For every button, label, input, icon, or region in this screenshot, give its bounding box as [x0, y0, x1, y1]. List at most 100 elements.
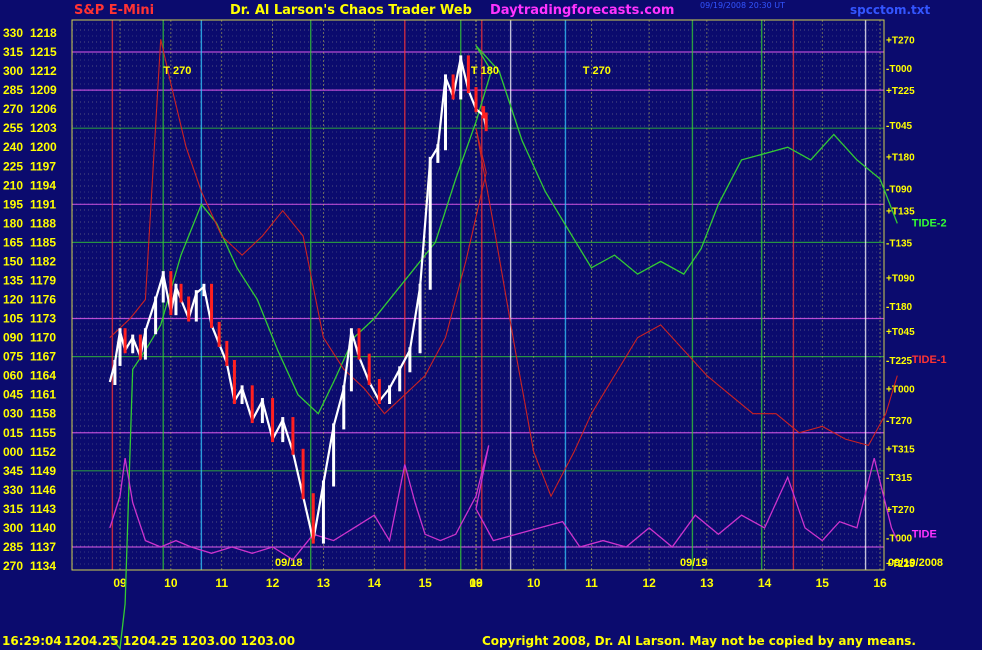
series-line-tide [109, 445, 898, 561]
flux-line-label: +T135 [886, 207, 915, 218]
x-axis-hour-label: 14 [758, 576, 772, 590]
y-axis-angle-label: 105 [3, 312, 23, 326]
date-label: 09/19 [680, 557, 708, 569]
series-line-price [108, 58, 488, 541]
y-axis-price-label: 1152 [30, 445, 56, 459]
flux-line-label: +T000 [886, 384, 915, 395]
y-axis-price-label: 1197 [30, 159, 56, 173]
y-axis-price-label: 1155 [30, 426, 56, 440]
y-axis-angle-label: 030 [3, 407, 23, 421]
x-axis-hour-label: 15 [816, 576, 830, 590]
flux-line-label: -T270 [886, 416, 913, 427]
flux-line-label: +T270 [886, 35, 915, 46]
x-axis-hour-label: 12 [642, 576, 656, 590]
chart-window: { "header": { "instrument": "S&P E-Mini"… [0, 0, 982, 650]
series-line-flux-line-red [109, 39, 898, 498]
y-axis-angle-label: 345 [3, 464, 23, 478]
y-axis-angle-label: 165 [3, 235, 23, 249]
y-axis-price-label: 1158 [30, 407, 56, 421]
flux-line-label: -T135 [886, 238, 913, 249]
x-axis-hour-label: 11 [585, 576, 598, 590]
y-axis-price-label: 1215 [30, 45, 57, 59]
x-axis-hour-label: 13 [700, 576, 714, 590]
chart-annotation: TIDE-1 [912, 354, 947, 366]
y-axis-price-label: 1134 [30, 559, 56, 573]
flux-line-label: +T180 [886, 153, 915, 164]
y-axis-angle-label: 285 [3, 540, 23, 554]
y-axis-price-label: 1167 [30, 350, 56, 364]
y-axis-angle-label: 330 [3, 483, 23, 497]
y-axis-price-label: 1191 [30, 197, 56, 211]
y-axis-angle-label: 060 [3, 369, 23, 383]
y-axis-price-label: 1161 [30, 388, 56, 402]
y-axis-price-label: 1170 [30, 331, 56, 345]
data-file-name: spcctom.txt [850, 3, 931, 17]
y-axis-angle-label: 195 [3, 197, 23, 211]
chart-annotation: TIDE-2 [912, 218, 947, 230]
date-label: 09/19/2008 [888, 557, 943, 569]
y-axis-angle-label: 225 [3, 159, 23, 173]
y-axis-price-label: 1209 [30, 83, 57, 97]
update-timestamp: 09/19/2008 20:30 UT [700, 1, 785, 10]
x-axis-hour-label: 14 [368, 576, 382, 590]
y-axis-price-label: 1137 [30, 540, 56, 554]
flux-line-label: -T000 [886, 533, 913, 544]
y-axis-price-label: 1218 [30, 26, 57, 40]
y-axis-price-label: 1200 [30, 140, 57, 154]
x-axis-hour-label: 09 [113, 576, 127, 590]
y-axis-angle-label: 270 [3, 559, 23, 573]
y-axis-angle-label: 135 [3, 273, 23, 287]
y-axis-price-label: 1140 [30, 521, 56, 535]
quote-values: 1204.25 1204.25 1203.00 1203.00 [64, 634, 296, 648]
y-axis-price-label: 1206 [30, 102, 57, 116]
y-axis-angle-label: 315 [3, 45, 23, 59]
x-axis-hour-label: 13 [317, 576, 331, 590]
y-axis-angle-label: 120 [3, 293, 23, 307]
flux-line-label: -T225 [886, 356, 913, 367]
chart-annotation: TIDE [912, 528, 937, 540]
instrument-title: S&P E-Mini [74, 3, 155, 18]
y-axis-angle-label: 000 [3, 445, 23, 459]
page-title: Dr. Al Larson's Chaos Trader Web [230, 3, 472, 18]
chart-plot-area: 330 1218 315 1215 300 12 12 285 1209 270 1206 255 12… [3, 19, 947, 650]
y-axis-price-label: 1143 [30, 502, 56, 516]
chart-annotation: T 180 [471, 65, 499, 77]
date-label: 09/18 [275, 557, 303, 569]
y-axis-angle-label: 090 [3, 331, 23, 345]
copyright-notice: Copyright 2008, Dr. Al Larson. May not b… [482, 634, 916, 648]
y-axis-angle-label: 270 [3, 102, 23, 116]
flux-line-label: -T045 [886, 121, 913, 132]
y-axis-price-label: 1149 [30, 464, 56, 478]
y-axis-price-label: 1179 [30, 273, 56, 287]
flux-line-label: +T225 [886, 86, 915, 97]
flux-line-label: -T180 [886, 302, 913, 313]
y-axis-angle-label: 045 [3, 388, 23, 402]
y-axis-price-label: 1146 [30, 483, 56, 497]
y-axis-angle-label: 315 [3, 502, 23, 516]
flux-line-label: +T270 [886, 505, 915, 516]
chart-annotation: T 270 [163, 65, 191, 77]
flux-line-label: -T315 [886, 473, 913, 484]
x-axis-hour-label: 09 [469, 576, 483, 590]
y-axis-price-label: 1185 [30, 235, 56, 249]
y-axis-price-label: 1182 [30, 254, 56, 268]
y-axis-price-label: 1203 [30, 121, 57, 135]
site-link[interactable]: Daytradingforecasts.com [490, 3, 674, 18]
x-axis-hour-label: 16 [873, 576, 887, 590]
y-axis-price-label: 1194 [30, 178, 56, 192]
y-axis-angle-label: 255 [3, 121, 23, 135]
y-axis-price-label: 1173 [30, 312, 56, 326]
y-axis-angle-label: 285 [3, 83, 23, 97]
x-axis-hour-label: 11 [215, 576, 228, 590]
x-axis-hour-label: 10 [527, 576, 541, 590]
y-axis-price-label: 1176 [30, 293, 56, 307]
flux-line-label: +T045 [886, 327, 915, 338]
y-axis-angle-label: 240 [3, 140, 23, 154]
x-axis-hour-label: 12 [266, 576, 280, 590]
y-axis-angle-label: 300 [3, 521, 23, 535]
quote-time: 16:29:04 [2, 634, 62, 648]
y-axis-price-label: 1188 [30, 216, 56, 230]
y-axis-angle-label: 330 [3, 26, 23, 40]
flux-line-label: +T315 [886, 445, 915, 456]
y-axis-angle-label: 150 [3, 254, 23, 268]
